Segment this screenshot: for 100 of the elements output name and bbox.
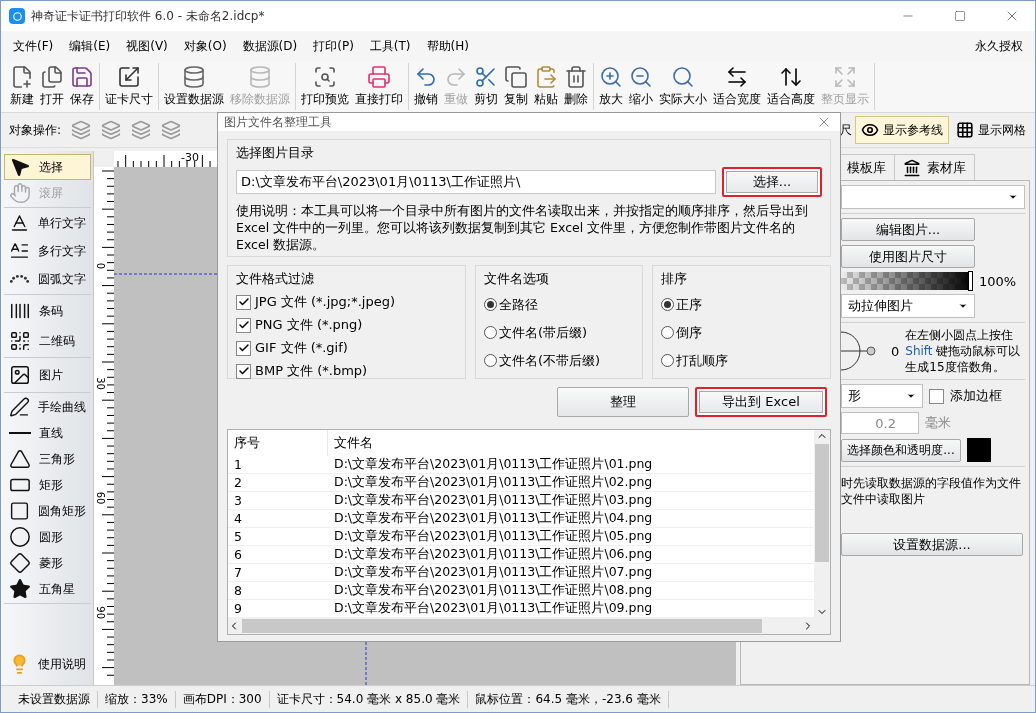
toolbar-button[interactable]: 保存 <box>67 63 97 110</box>
checkbox[interactable] <box>236 340 251 356</box>
menu-item[interactable]: 视图(V) <box>118 37 176 55</box>
tool-button[interactable]: 图片 <box>4 359 91 391</box>
stretch-dropdown[interactable]: 动拉伸图片 <box>841 294 975 318</box>
border-style-dropdown[interactable]: 形 <box>841 384 923 408</box>
border-width-spinner[interactable]: 0.2 <box>841 412 919 434</box>
column-header[interactable]: 序号 <box>228 430 328 456</box>
path-field[interactable]: D:\文章发布平台\2023\01月\0113\工作证照片\ <box>236 170 716 194</box>
toolbar-button[interactable]: 直接打印 <box>352 63 406 110</box>
tool-button[interactable]: 多行文字 <box>4 237 91 265</box>
toggle-button[interactable]: 尺 <box>838 116 854 144</box>
search-icon <box>671 65 695 89</box>
checkbox[interactable] <box>236 363 251 379</box>
checkbox-label: BMP 文件 (*.bmp) <box>255 362 368 380</box>
radio-label: 倒序 <box>676 323 702 342</box>
menu-item[interactable]: 工具(T) <box>361 37 419 55</box>
toolbar-button[interactable]: 设置数据源 <box>161 63 227 110</box>
menu-item[interactable]: 打印(P) <box>305 37 362 55</box>
tool-button[interactable]: 三角形 <box>4 446 91 472</box>
toolbar-button[interactable]: 放大 <box>596 63 626 110</box>
caret-icon <box>1008 192 1018 202</box>
pen-icon <box>9 396 30 418</box>
toolbar-button[interactable]: 适合宽度 <box>710 63 764 110</box>
panel-tab[interactable]: 素材库 <box>894 154 975 180</box>
datasource-note: 时先读取数据源的字段值作为文件 文件中读取图片 <box>841 475 1021 507</box>
datasource-button[interactable]: 设置数据源... <box>841 533 1023 556</box>
radio-label: 正序 <box>676 295 702 314</box>
choose-button[interactable]: 选择... <box>722 167 822 197</box>
checkbox[interactable] <box>236 317 251 333</box>
expand-icon <box>833 65 857 89</box>
tool-button[interactable]: 直线 <box>4 420 91 446</box>
edit-image-button[interactable]: 编辑图片... <box>841 218 975 241</box>
image-size-button[interactable]: 使用图片尺寸 <box>841 245 975 268</box>
radio-label: 文件名(不带后缀) <box>499 351 601 370</box>
ruler-label: 30 <box>95 377 106 390</box>
layers-icon[interactable] <box>101 120 122 140</box>
group-label: 文件名选项 <box>484 270 550 288</box>
checkbox[interactable] <box>236 294 251 310</box>
tool-button[interactable]: 矩形 <box>4 472 91 498</box>
opacity-slider[interactable] <box>841 272 973 290</box>
radio-button[interactable] <box>484 354 497 367</box>
radio-button[interactable] <box>661 326 674 339</box>
tool-button[interactable]: 二维码 <box>4 326 91 356</box>
toolbar-button[interactable]: 打开 <box>37 63 67 110</box>
horizontal-scrollbar[interactable] <box>228 618 830 634</box>
toolbar-button[interactable]: 打印预览 <box>298 63 352 110</box>
toolbar-button[interactable]: 删除 <box>561 63 591 110</box>
help-button[interactable]: 使用说明 <box>4 649 91 679</box>
color-swatch[interactable] <box>967 438 991 462</box>
toolbar-button[interactable]: 适合高度 <box>764 63 818 110</box>
fit-height-icon <box>779 65 803 89</box>
tool-button[interactable]: 五角星 <box>4 576 91 602</box>
radio-button[interactable] <box>661 354 674 367</box>
toggle-button[interactable]: 显示网格 <box>950 116 1032 144</box>
radio-button[interactable] <box>484 326 497 339</box>
toggle-button[interactable]: 显示参考线 <box>855 116 949 144</box>
toolbar-button[interactable]: 粘贴 <box>531 63 561 110</box>
menu-item[interactable]: 编辑(E) <box>61 37 119 55</box>
toolbar-button[interactable]: 撤销 <box>411 63 441 110</box>
status-item: 鼠标位置：64.5 毫米，-23.6 毫米 <box>468 690 669 708</box>
table-cell-text: D:\文章发布平台\2023\01月\0113\工作证照片\08.png <box>333 582 653 599</box>
menu-item[interactable]: 数据源(D) <box>234 37 306 55</box>
tool-button[interactable]: 手绘曲线 <box>4 394 91 420</box>
toolbar-button[interactable]: 复制 <box>501 63 531 110</box>
toolbar-button[interactable]: 证卡尺寸 <box>102 63 156 110</box>
hand-icon <box>9 182 31 204</box>
toolbar-button[interactable]: 实际大小 <box>656 63 710 110</box>
layers-icon[interactable] <box>161 120 182 140</box>
license-link[interactable]: 永久授权 <box>967 37 1031 55</box>
dialog-button[interactable]: 整理 <box>557 387 689 417</box>
toolbar-button[interactable]: 缩小 <box>626 63 656 110</box>
tool-button[interactable]: 选择 <box>4 154 91 180</box>
ruler-label: -30 <box>181 151 199 164</box>
toolbar-button[interactable]: 剪切 <box>471 63 501 110</box>
layers-icon[interactable] <box>71 120 92 140</box>
table-cell-text: D:\文章发布平台\2023\01月\0113\工作证照片\07.png <box>333 564 653 581</box>
tool-button[interactable]: 单行文字 <box>4 209 91 237</box>
radio-button[interactable] <box>661 298 674 311</box>
caret-icon <box>958 301 968 311</box>
tool-button[interactable]: 圆形 <box>4 524 91 550</box>
toolbar-button[interactable]: 新建 <box>7 63 37 110</box>
table-cell-text: 7 <box>233 565 243 580</box>
tool-button[interactable]: 圆弧文字 <box>4 265 91 293</box>
fit-width-icon <box>725 65 749 89</box>
menu-item[interactable]: 文件(F) <box>5 37 62 55</box>
vertical-scrollbar[interactable] <box>814 430 830 618</box>
layers-icon[interactable] <box>131 120 152 140</box>
column-header[interactable]: 文件名 <box>328 430 373 456</box>
dialog-button[interactable]: 导出到 Excel <box>695 387 827 417</box>
slider-thumb[interactable] <box>968 271 973 291</box>
tool-button[interactable]: 条码 <box>4 296 91 326</box>
tool-button[interactable]: 菱形 <box>4 550 91 576</box>
border-checkbox[interactable] <box>929 388 944 404</box>
arc-dots-icon <box>9 273 30 285</box>
radio-button[interactable] <box>484 298 497 311</box>
menu-item[interactable]: 对象(O) <box>175 37 235 55</box>
menu-item[interactable]: 帮助(H) <box>418 37 477 55</box>
color-button[interactable]: 选择颜色和透明度... <box>841 438 961 462</box>
tool-button[interactable]: 圆角矩形 <box>4 498 91 524</box>
